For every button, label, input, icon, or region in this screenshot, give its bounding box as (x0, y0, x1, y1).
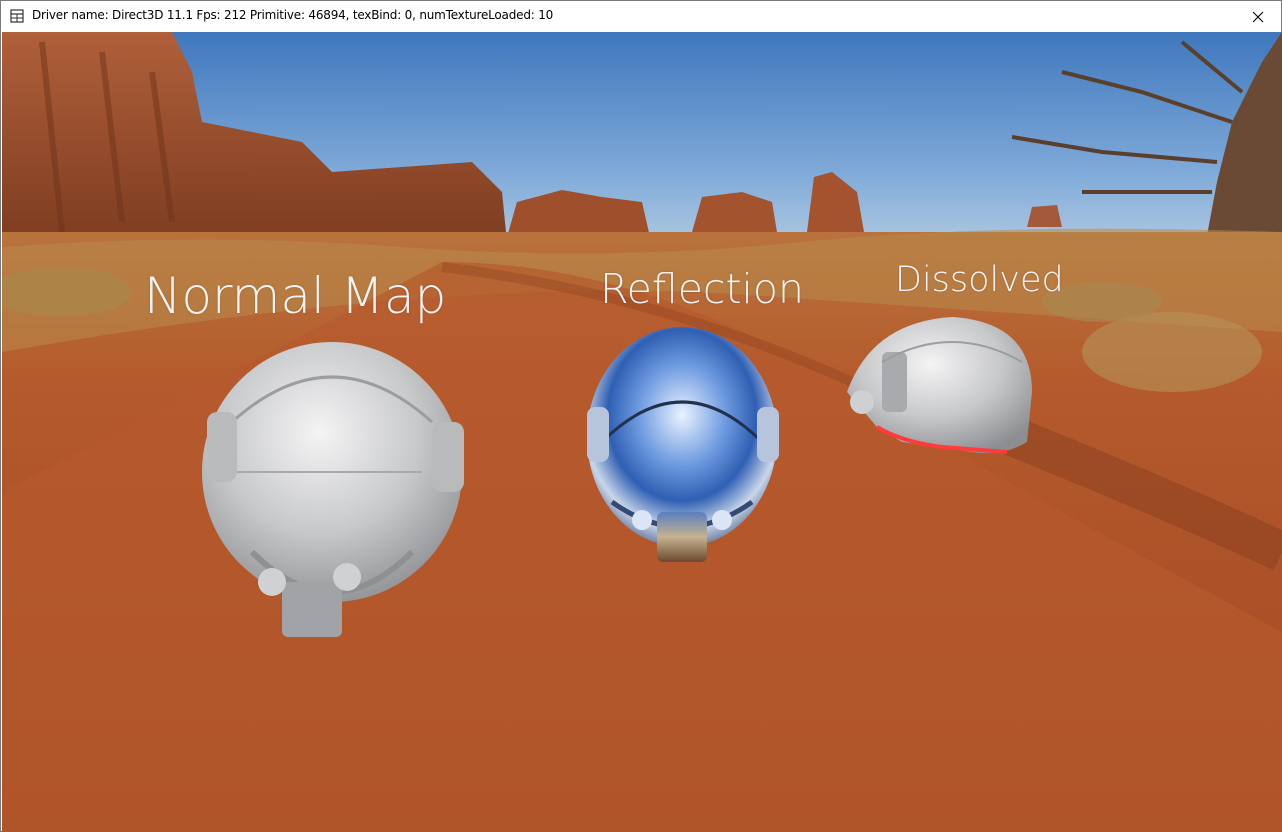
close-icon (1252, 11, 1264, 22)
app-window: Driver name: Direct3D 11.1 Fps: 212 Prim… (0, 0, 1282, 832)
title-bar[interactable]: Driver name: Direct3D 11.1 Fps: 212 Prim… (1, 1, 1281, 32)
label-normal-map: Normal Map (144, 267, 447, 325)
label-reflection: Reflection (600, 265, 804, 313)
close-button[interactable] (1235, 1, 1281, 32)
desert-scene (2, 32, 1282, 832)
label-dissolved: Dissolved (895, 260, 1064, 300)
render-viewport[interactable]: Normal Map Reflection Dissolved (2, 32, 1282, 832)
window-title: Driver name: Direct3D 11.1 Fps: 212 Prim… (32, 8, 554, 22)
app-grid-icon (10, 9, 24, 23)
